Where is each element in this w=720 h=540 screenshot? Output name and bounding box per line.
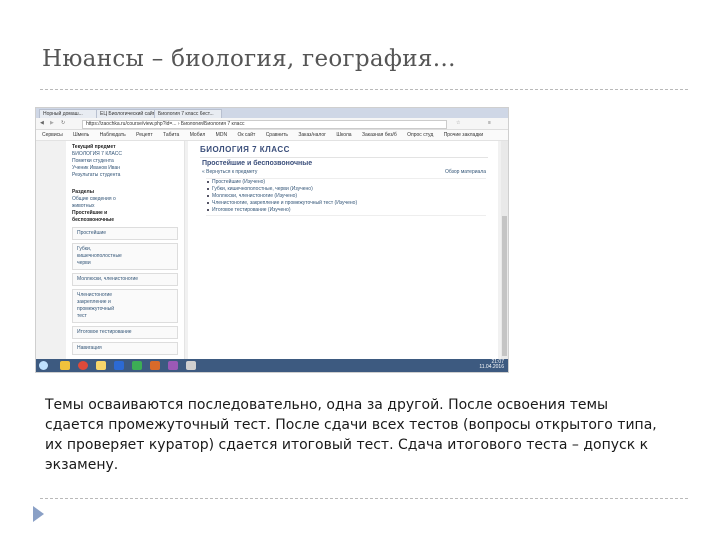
app-icon[interactable] <box>186 361 196 370</box>
bookmark-item[interactable]: Сравнить <box>266 132 288 138</box>
bookmark-item[interactable]: Сервисы <box>42 132 63 138</box>
sidebar-link-active[interactable]: беспозвоночные <box>72 217 178 224</box>
topic-box-line: промежуточный <box>77 306 114 312</box>
bookmark-item[interactable]: Опрос студ <box>407 132 433 138</box>
bookmark-item[interactable]: Школа <box>336 132 351 138</box>
sidebar-link[interactable]: животных <box>72 203 178 210</box>
file-icon[interactable] <box>96 361 106 370</box>
web-page: Текущий предмет БИОЛОГИЯ 7 КЛАСС Пометки… <box>36 141 508 359</box>
topic-box-line: Простейшие <box>77 230 107 236</box>
back-icon[interactable]: ◀ <box>40 118 44 129</box>
topic-link[interactable]: Простейшие (Изучено) <box>206 179 486 186</box>
bookmark-item[interactable]: Заказ/налог <box>298 132 326 138</box>
star-icon[interactable]: ☆ <box>456 118 460 129</box>
menu-icon[interactable]: ≡ <box>488 118 491 129</box>
clock-date: 11.04.2016 <box>479 364 504 370</box>
topic-box-line: Моллюски, членистоногие <box>77 276 139 282</box>
topic-box-line: закрепление и <box>77 299 111 305</box>
browser-screenshot: Норный домаш... ЕЦ Биологический сайт Би… <box>35 107 509 373</box>
bookmark-item[interactable]: Мобил <box>190 132 206 138</box>
bookmark-item[interactable]: Шмель <box>73 132 89 138</box>
topic-box-line: тест <box>77 313 87 319</box>
bookmark-item[interactable]: Заказная без/б <box>362 132 397 138</box>
sidebar-link[interactable]: Общие сведения о <box>72 196 178 203</box>
page-scrollbar[interactable] <box>501 141 508 359</box>
bookmark-item[interactable]: MDN <box>216 132 227 138</box>
topic-box-line: Навигация <box>77 345 102 351</box>
tab-bar: Норный домаш... ЕЦ Биологический сайт Би… <box>36 108 508 119</box>
forward-icon[interactable]: ▶ <box>50 118 54 129</box>
topic-list: Простейшие (Изучено) Губки, кишечнополос… <box>206 178 486 216</box>
current-subject-block: Текущий предмет БИОЛОГИЯ 7 КЛАСС Пометки… <box>66 141 184 179</box>
chrome-icon[interactable] <box>78 361 88 370</box>
content-separator <box>200 157 488 158</box>
topic-box-line: Итоговое тестирование <box>77 329 132 335</box>
main-content: БИОЛОГИЯ 7 КЛАСС Простейшие и беспозвоно… <box>188 141 498 359</box>
topic-link[interactable]: Членистоногие, закрепление и промежуточн… <box>206 200 486 207</box>
topic-box-line: Губки, <box>77 246 92 252</box>
system-clock[interactable]: 21:07 11.04.2016 <box>479 360 504 370</box>
bookmark-item[interactable]: Табита <box>163 132 179 138</box>
url-input[interactable]: https://zaochka.ru/course/view.php?id=..… <box>82 120 447 129</box>
explorer-icon[interactable] <box>60 361 70 370</box>
scrollbar-thumb[interactable] <box>502 216 507 356</box>
settings-icon[interactable] <box>168 361 178 370</box>
back-link[interactable]: « Вернуться к предмету <box>202 169 257 175</box>
word-icon[interactable] <box>114 361 124 370</box>
topic-box[interactable]: Губки, кишечнополостные черви <box>72 243 178 270</box>
section-title: Простейшие и беспозвоночные <box>202 160 313 167</box>
bookmark-item[interactable]: Рецепт <box>136 132 152 138</box>
topic-link[interactable]: Губки, кишечнополостные, черви (Изучено) <box>206 186 486 193</box>
address-bar: ◀ ▶ ↻ https://zaochka.ru/course/view.php… <box>36 118 508 130</box>
sidebar-link[interactable]: Результаты студента <box>72 172 178 179</box>
subject-heading: БИОЛОГИЯ 7 КЛАСС <box>200 145 290 154</box>
sidebar-link[interactable]: БИОЛОГИЯ 7 КЛАСС <box>72 151 178 158</box>
topic-box[interactable]: Итоговое тестирование <box>72 326 178 339</box>
topic-box-line: кишечнополостные <box>77 253 122 259</box>
windows-start-icon[interactable] <box>39 361 48 370</box>
topic-link[interactable]: Итоговое тестирование (Изучено) <box>206 207 486 214</box>
bookmarks-bar: Сервисы Шмель Наблюдать Рецепт Табита Мо… <box>36 130 508 141</box>
topic-link[interactable]: Моллюски, членистоногие (Изучено) <box>206 193 486 200</box>
bookmark-item[interactable]: Ок сайт <box>237 132 255 138</box>
next-slide-arrow-icon[interactable] <box>33 506 44 522</box>
sections-block: Разделы Общие сведения о животных Просте… <box>66 179 184 224</box>
block-heading: Разделы <box>72 189 94 195</box>
topic-box-line: Членистоногие <box>77 292 113 298</box>
sidebar-link[interactable]: Ученик Иванов Иван <box>72 165 178 172</box>
paint-icon[interactable] <box>150 361 160 370</box>
sidebar-link-active[interactable]: Простейшие и <box>72 210 178 217</box>
bookmark-item[interactable]: Прочие закладки <box>444 132 484 138</box>
taskbar: 21:07 11.04.2016 <box>36 359 508 372</box>
topic-box[interactable]: Навигация <box>72 342 178 355</box>
topic-box[interactable]: Моллюски, членистоногие <box>72 273 178 286</box>
bottom-divider <box>40 498 688 499</box>
topic-box[interactable]: Членистоногие закрепление и промежуточны… <box>72 289 178 323</box>
overview-link[interactable]: Обзор материала <box>445 169 486 175</box>
topic-box-line: черви <box>77 260 91 266</box>
block-heading: Текущий предмет <box>72 144 116 150</box>
left-sidebar: Текущий предмет БИОЛОГИЯ 7 КЛАСС Пометки… <box>66 141 185 359</box>
bookmark-item[interactable]: Наблюдать <box>100 132 126 138</box>
slide-body-text: Темы осваиваются последовательно, одна з… <box>45 397 657 473</box>
reload-icon[interactable]: ↻ <box>61 118 65 129</box>
title-divider <box>40 89 688 90</box>
media-icon[interactable] <box>132 361 142 370</box>
sidebar-link[interactable]: Пометки студента <box>72 158 178 165</box>
topic-box[interactable]: Простейшие <box>72 227 178 240</box>
slide-title: Нюансы – биология, география… <box>42 46 456 72</box>
